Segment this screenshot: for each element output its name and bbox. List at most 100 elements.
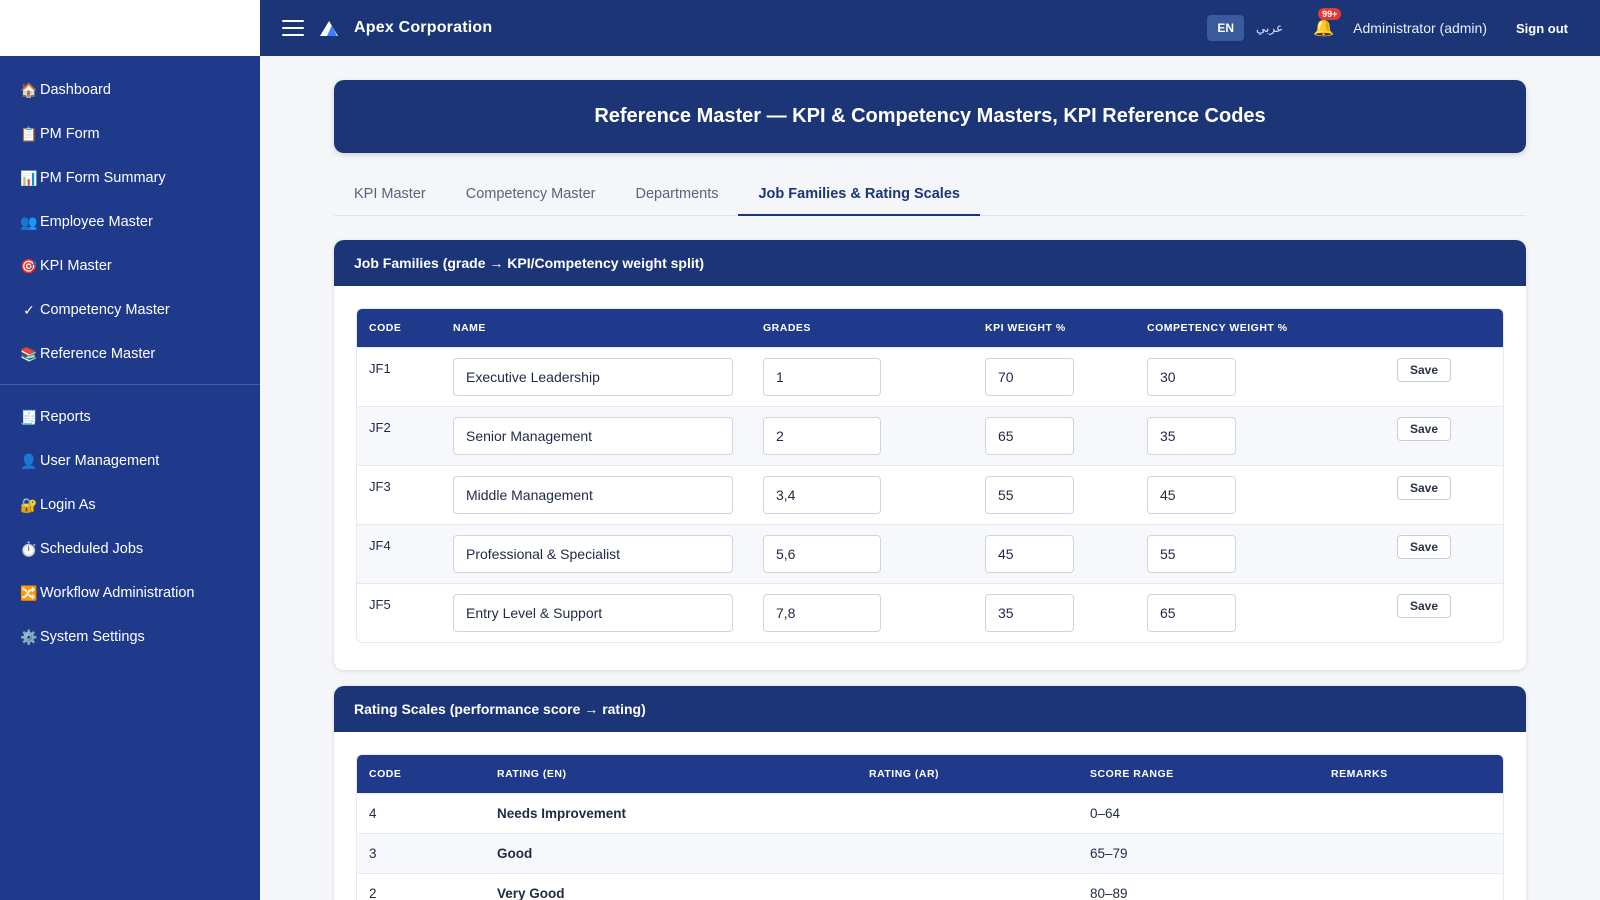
language-en-button[interactable]: EN (1207, 15, 1245, 41)
tab-kpi-master[interactable]: KPI Master (334, 174, 446, 216)
name-input[interactable]: Entry Level & Support (453, 594, 733, 632)
table-row: 4 Needs Improvement 0–64 (357, 793, 1503, 833)
sidebar-item-label: Scheduled Jobs (40, 541, 144, 557)
tab-job-families-rating-scales[interactable]: Job Families & Rating Scales (738, 174, 980, 216)
table-row: JF2 Senior Management 2 65 35 Save (357, 406, 1503, 465)
kpi-weight-input[interactable]: 70 (985, 358, 1074, 396)
rating-ar-cell (857, 833, 1078, 873)
column-header-remarks: Remarks (1319, 755, 1503, 793)
grades-input[interactable]: 5,6 (763, 535, 881, 573)
save-button[interactable]: Save (1397, 358, 1452, 382)
save-button[interactable]: Save (1397, 476, 1452, 500)
column-header-code: Code (357, 755, 485, 793)
sidebar-item-label: PM Form Summary (40, 170, 166, 186)
sidebar-divider (0, 384, 260, 385)
save-button[interactable]: Save (1397, 535, 1452, 559)
sidebar-item-system-settings[interactable]: ⚙️ System Settings (0, 615, 260, 659)
table-row: JF3 Middle Management 3,4 55 45 Save (357, 465, 1503, 524)
notification-badge: 99+ (1318, 8, 1342, 20)
code-cell: JF3 (357, 465, 441, 524)
main-content: Reference Master — KPI & Competency Mast… (260, 56, 1600, 900)
tab-departments[interactable]: Departments (615, 174, 738, 216)
target-icon: 🎯 (20, 257, 38, 274)
competency-weight-input[interactable]: 55 (1147, 535, 1236, 573)
sidebar-item-pm-form[interactable]: 📋 PM Form (0, 112, 260, 156)
sidebar-item-pm-form-summary[interactable]: 📊 PM Form Summary (0, 156, 260, 200)
column-header-name: Name (441, 309, 751, 347)
competency-weight-input[interactable]: 45 (1147, 476, 1236, 514)
language-ar-button[interactable]: عربي (1256, 21, 1283, 35)
grades-input[interactable]: 1 (763, 358, 881, 396)
sign-out-button[interactable]: Sign out (1516, 21, 1568, 36)
sidebar-item-dashboard[interactable]: 🏠 Dashboard (0, 68, 260, 112)
name-input[interactable]: Senior Management (453, 417, 733, 455)
kpi-weight-input[interactable]: 55 (985, 476, 1074, 514)
remarks-cell (1319, 793, 1503, 833)
page-title: Reference Master — KPI & Competency Mast… (334, 80, 1526, 153)
current-user: Administrator (admin) (1353, 20, 1487, 36)
save-button[interactable]: Save (1397, 594, 1452, 618)
column-header-rating-en: Rating (EN) (485, 755, 857, 793)
sidebar-item-competency-master[interactable]: ✓ Competency Master (0, 288, 260, 332)
sidebar-item-login-as[interactable]: 🔐 Login As (0, 483, 260, 527)
rating-scales-card: Rating Scales (performance score → ratin… (334, 686, 1526, 900)
notifications-button[interactable]: 🔔 99+ (1313, 8, 1342, 39)
sidebar-item-workflow-administration[interactable]: 🔀 Workflow Administration (0, 571, 260, 615)
sidebar-item-reports[interactable]: 🧾 Reports (0, 395, 260, 439)
lock-icon: 🔐 (20, 496, 38, 513)
column-header-code: Code (357, 309, 441, 347)
job-families-table: Code Name Grades KPI Weight % Competency… (357, 309, 1503, 642)
save-button[interactable]: Save (1397, 417, 1452, 441)
code-cell: 3 (357, 833, 485, 873)
grades-input[interactable]: 7,8 (763, 594, 881, 632)
job-families-title: Job Families (grade → KPI/Competency wei… (334, 240, 1526, 286)
check-icon: ✓ (23, 301, 35, 318)
competency-weight-input[interactable]: 35 (1147, 417, 1236, 455)
users-icon: 👥 (20, 213, 38, 230)
rating-en-cell: Very Good (485, 873, 857, 900)
company-logo-icon (320, 20, 338, 36)
topbar: Apex Corporation EN عربي 🔔 99+ Administr… (260, 0, 1600, 56)
competency-weight-input[interactable]: 30 (1147, 358, 1236, 396)
sidebar-item-user-management[interactable]: 👤 User Management (0, 439, 260, 483)
sidebar-item-label: Login As (40, 497, 96, 513)
sidebar-item-employee-master[interactable]: 👥 Employee Master (0, 200, 260, 244)
sidebar-item-label: Competency Master (40, 302, 170, 318)
user-icon: 👤 (20, 452, 38, 469)
sidebar-item-scheduled-jobs[interactable]: ⏱️ Scheduled Jobs (0, 527, 260, 571)
name-input[interactable]: Professional & Specialist (453, 535, 733, 573)
receipt-icon: 🧾 (20, 408, 38, 425)
rating-en-cell: Good (485, 833, 857, 873)
sidebar-item-kpi-master[interactable]: 🎯 KPI Master (0, 244, 260, 288)
column-header-rating-ar: Rating (AR) (857, 755, 1078, 793)
bar-chart-icon: 📊 (20, 169, 38, 186)
code-cell: JF5 (357, 583, 441, 642)
grades-input[interactable]: 2 (763, 417, 881, 455)
remarks-cell (1319, 873, 1503, 900)
tab-competency-master[interactable]: Competency Master (446, 174, 616, 216)
hamburger-menu-icon[interactable] (282, 20, 304, 36)
column-header-score-range: Score Range (1078, 755, 1319, 793)
grades-input[interactable]: 3,4 (763, 476, 881, 514)
sidebar-logo-area (0, 0, 260, 56)
sidebar-item-label: PM Form (40, 126, 100, 142)
name-input[interactable]: Middle Management (453, 476, 733, 514)
kpi-weight-input[interactable]: 35 (985, 594, 1074, 632)
kpi-weight-input[interactable]: 45 (985, 535, 1074, 573)
stopwatch-icon: ⏱️ (20, 540, 38, 557)
kpi-weight-input[interactable]: 65 (985, 417, 1074, 455)
code-cell: 4 (357, 793, 485, 833)
column-header-competency-weight: Competency Weight % (1135, 309, 1385, 347)
score-range-cell: 0–64 (1078, 793, 1319, 833)
competency-weight-input[interactable]: 65 (1147, 594, 1236, 632)
sidebar-nav: 🏠 Dashboard 📋 PM Form 📊 PM Form Summary 👥 Em… (0, 56, 260, 659)
code-cell: JF4 (357, 524, 441, 583)
home-icon: 🏠 (20, 81, 38, 98)
shuffle-icon: 🔀 (20, 584, 38, 601)
name-input[interactable]: Executive Leadership (453, 358, 733, 396)
sidebar-item-label: Dashboard (40, 82, 111, 98)
sidebar-item-reference-master[interactable]: 📚 Reference Master (0, 332, 260, 376)
rating-ar-cell (857, 793, 1078, 833)
sidebar-item-label: System Settings (40, 629, 145, 645)
topbar-actions: EN عربي 🔔 99+ Administrator (admin) Sign… (1207, 0, 1600, 56)
